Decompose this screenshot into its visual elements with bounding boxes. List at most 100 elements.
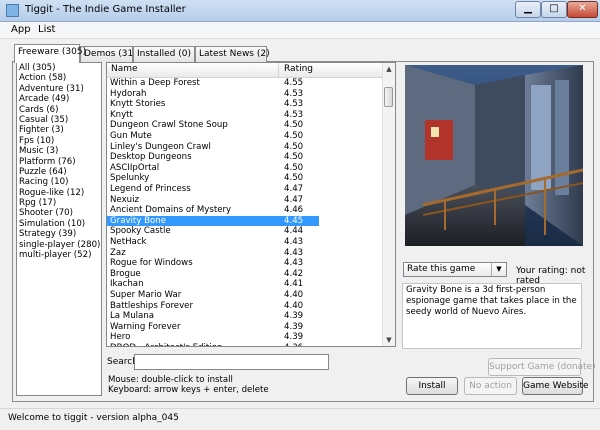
game-row[interactable]: Knytt Stories 4.53 [107,99,319,110]
game-row[interactable]: Ancient Domains of Mystery 4.46 [107,205,319,216]
game-rating: 4.53 [284,109,304,120]
game-website-button[interactable]: Game Website [522,377,589,395]
game-row[interactable]: Zaz 4.43 [107,248,319,259]
game-rating: 4.50 [284,152,304,163]
game-name: Legend of Princess [110,184,191,194]
game-name: Spelunky [110,173,150,184]
category-item[interactable]: Cards (6) [17,105,101,115]
game-rating: 4.41 [284,279,304,290]
game-name: Within a Deep Forest [110,78,200,88]
tab-freeware[interactable]: Freeware (305) [14,44,86,63]
game-row[interactable]: Warning Forever 4.39 [107,322,319,333]
game-rating: 4.40 [284,290,304,300]
game-rating: 4.36 [284,343,303,346]
rate-game-select[interactable]: Rate this game ▼ [403,262,507,277]
menu-list[interactable]: List [38,24,55,35]
game-row[interactable]: Nexuiz 4.47 [107,195,319,206]
game-name: Spooky Castle [110,226,171,237]
game-name: Super Mario War [110,290,182,300]
game-rating: 4.53 [284,88,304,99]
menu-app[interactable]: App [11,24,31,35]
game-name: Nexuiz [110,194,139,205]
tab-installed[interactable]: Installed (0) [133,46,195,62]
game-name: Gun Mute [110,131,152,141]
game-rating: 4.40 [284,300,304,311]
game-rating: 4.39 [284,311,304,322]
game-name: Warning Forever [110,321,181,332]
category-item[interactable]: Arcade (49) [17,94,101,104]
game-row[interactable]: Dungeon Crawl Stone Soup 4.50 [107,120,319,131]
no-action-button[interactable]: No action [464,377,517,395]
game-row[interactable]: ASCIIpOrtal 4.50 [107,163,319,174]
chevron-down-icon[interactable]: ▼ [491,263,506,276]
game-list-scrollbar[interactable]: ▲ ▼ [382,63,395,346]
support-game-button[interactable]: Support Game (donate) [488,358,596,376]
game-rating: 4.50 [284,162,304,173]
scroll-up-icon[interactable]: ▲ [383,63,395,75]
game-row[interactable]: Desktop Dungeons 4.50 [107,152,319,163]
game-row[interactable]: Within a Deep Forest 4.55 [107,78,319,89]
game-row[interactable]: Gun Mute 4.50 [107,131,319,142]
tab-demos[interactable]: Demos (31) [80,46,137,62]
category-item[interactable]: All (305) [17,63,101,73]
game-screenshot [405,65,583,246]
rate-game-select-value: Rate this game [407,264,476,274]
game-row[interactable]: Spelunky 4.50 [107,173,319,184]
game-row[interactable]: Battleships Forever 4.40 [107,301,319,312]
category-item[interactable]: Puzzle (64) [17,167,101,177]
menu-bar: App List [0,22,600,39]
game-description: Gravity Bone is a 3d first-person espion… [402,283,582,349]
category-item[interactable]: Rogue-like (12) [17,188,101,198]
scroll-down-icon[interactable]: ▼ [383,334,395,346]
game-row[interactable]: Spooky Castle 4.44 [107,226,319,237]
column-header-name[interactable]: Name [111,64,138,74]
game-row[interactable]: Brogue 4.42 [107,269,319,280]
category-item[interactable]: Adventure (31) [17,84,101,94]
category-item[interactable]: Action (58) [17,73,101,83]
category-item[interactable]: single-player (280) [17,240,101,250]
tab-latest-news[interactable]: Latest News (2) [195,46,270,62]
install-button[interactable]: Install [406,377,458,395]
game-name: Brogue [110,268,141,279]
game-row[interactable]: Hero 4.39 [107,332,319,343]
category-item[interactable]: Fps (10) [17,136,101,146]
game-screenshot-image [405,65,583,246]
game-rating: 4.47 [284,184,304,194]
status-text: Welcome to tiggit - version alpha_045 [8,413,179,423]
game-rating: 4.55 [284,78,304,88]
game-name: Hero [110,332,131,343]
game-row[interactable]: Linley's Dungeon Crawl 4.50 [107,142,319,153]
category-item[interactable]: Music (3) [17,146,101,156]
category-item[interactable]: Strategy (39) [17,229,101,239]
minimize-button[interactable]: ▁ [515,1,541,18]
category-item[interactable]: Racing (10) [17,177,101,187]
maximize-button[interactable]: □ [541,1,567,18]
category-item[interactable]: multi-player (52) [17,250,101,260]
category-item[interactable]: Rpg (17) [17,198,101,208]
close-button[interactable]: ✕ [567,1,598,18]
game-rating: 4.42 [284,268,304,279]
scroll-thumb[interactable] [384,87,393,107]
game-row[interactable]: NetHack 4.43 [107,237,319,248]
game-row[interactable]: Hydorah 4.53 [107,89,319,100]
game-row[interactable]: Ikachan 4.41 [107,279,319,290]
game-row[interactable]: Rogue for Windows 4.43 [107,258,319,269]
mouse-hint: Mouse: double-click to install [108,375,233,385]
category-item[interactable]: Casual (35) [17,115,101,125]
game-row[interactable]: Legend of Princess 4.47 [107,184,319,195]
game-row[interactable]: Knytt 4.53 [107,110,319,121]
game-row[interactable]: DROD - Architect's Edition 4.36 [107,343,319,346]
game-row[interactable]: La Mulana 4.39 [107,311,319,322]
game-row[interactable]: Super Mario War 4.40 [107,290,319,301]
category-item[interactable]: Platform (76) [17,157,101,167]
search-input[interactable] [134,354,329,370]
category-list[interactable]: All (305) Action (58) Adventure (31) Arcade… [16,62,102,396]
category-item[interactable]: Fighter (3) [17,125,101,135]
game-row[interactable]: Gravity Bone 4.45 [107,215,319,227]
game-list[interactable]: Name Rating Within a Deep Forest 4.55 Hydo… [106,62,396,347]
column-header-rating[interactable]: Rating [284,64,313,74]
window-title: Tiggit - The Indie Game Installer [25,4,186,15]
category-item[interactable]: Simulation (10) [17,219,101,229]
game-name: Ancient Domains of Mystery [110,205,232,216]
category-item[interactable]: Shooter (70) [17,208,101,218]
